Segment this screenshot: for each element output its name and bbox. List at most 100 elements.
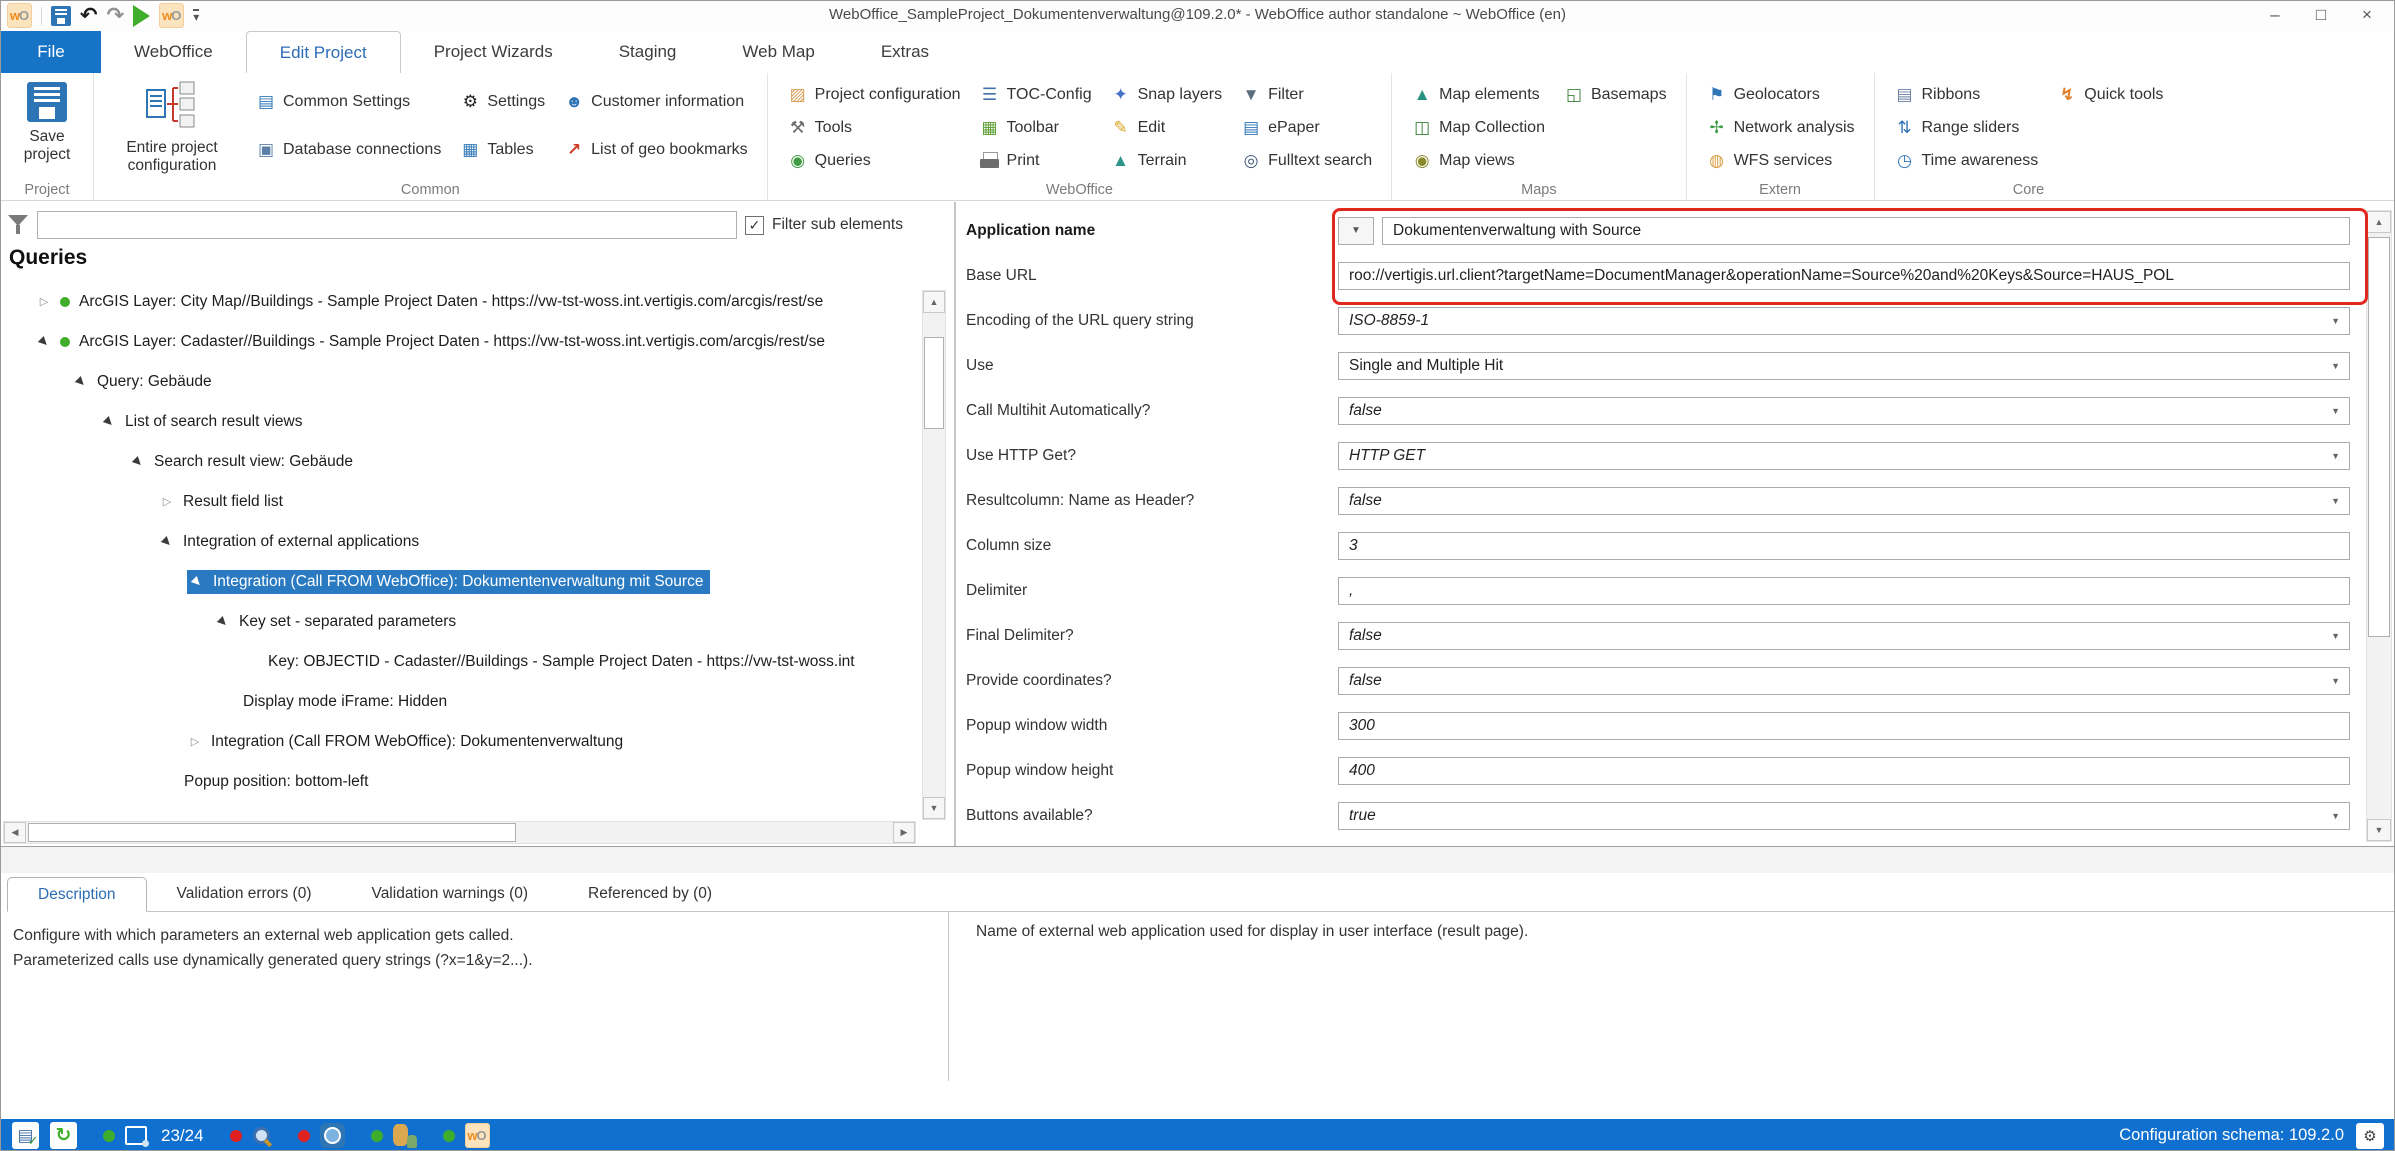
tab-web-map[interactable]: Web Map (709, 31, 847, 73)
save-project-button[interactable]: Save project (11, 78, 83, 166)
edit-button[interactable]: ✎Edit (1101, 118, 1232, 138)
scroll-up-icon[interactable]: ▲ (2367, 211, 2391, 233)
expander-expanded-icon[interactable] (73, 375, 89, 388)
tab-staging[interactable]: Staging (586, 31, 710, 73)
tree-vertical-scrollbar[interactable]: ▲ ▼ (922, 290, 946, 820)
scrollbar-thumb[interactable] (2368, 237, 2390, 637)
server-icon[interactable] (125, 1126, 147, 1145)
expander-expanded-icon[interactable] (189, 575, 205, 588)
encoding-select[interactable]: ISO-8859-1 (1338, 307, 2350, 335)
column-size-input[interactable]: 3 (1338, 532, 2350, 560)
expander-expanded-icon[interactable] (159, 535, 175, 548)
database-connections-button[interactable]: ▣Database connections (246, 140, 450, 160)
common-settings-button[interactable]: ▤Common Settings (246, 92, 450, 112)
wfs-services-button[interactable]: ◍WFS services (1697, 144, 1864, 177)
tables-button[interactable]: ▦Tables (450, 140, 554, 160)
weboffice-status-icon[interactable] (465, 1123, 490, 1148)
close-button[interactable]: × (2344, 1, 2390, 29)
toolbar-button[interactable]: ▦Toolbar (970, 118, 1101, 138)
epaper-button[interactable]: ▤ePaper (1231, 118, 1381, 138)
tree-item[interactable]: Display mode iFrame: Hidden (1, 688, 916, 715)
tree-filter-input[interactable] (37, 211, 737, 239)
horizontal-splitter[interactable] (1, 846, 2394, 873)
tree-item[interactable]: List of search result views (1, 408, 916, 435)
call-multihit-select[interactable]: false (1338, 397, 2350, 425)
tree-item[interactable]: Integration of external applications (1, 528, 916, 555)
expander-collapsed-icon[interactable] (187, 735, 203, 748)
use-select[interactable]: Single and Multiple Hit (1338, 352, 2350, 380)
tab-validation-errors[interactable]: Validation errors (0) (147, 877, 342, 911)
geo-bookmarks-button[interactable]: ↗List of geo bookmarks (554, 140, 757, 160)
fulltext-search-button[interactable]: ◎Fulltext search (1231, 151, 1381, 171)
scroll-up-icon[interactable]: ▲ (923, 291, 945, 313)
expander-collapsed-icon[interactable] (159, 495, 175, 508)
filter-button[interactable]: ▼Filter (1231, 85, 1381, 105)
queries-button[interactable]: ◉Queries (778, 151, 970, 171)
delimiter-input[interactable]: , (1338, 577, 2350, 605)
map-views-button[interactable]: ◉Map views (1402, 144, 1554, 177)
tree-item[interactable]: Integration (Call FROM WebOffice): Dokum… (1, 728, 916, 755)
filter-sub-elements-checkbox[interactable]: ✓ (745, 216, 764, 235)
expander-expanded-icon[interactable] (130, 455, 146, 468)
settings-button[interactable]: ⚙Settings (450, 92, 554, 112)
basemaps-button[interactable]: ◱Basemaps (1554, 78, 1676, 111)
time-awareness-button[interactable]: ◷Time awareness (1885, 144, 2048, 177)
tab-extras[interactable]: Extras (848, 31, 962, 73)
print-button[interactable]: Print (970, 152, 1101, 170)
tools-button[interactable]: ⚒Tools (778, 118, 970, 138)
tree-item-selected[interactable]: Integration (Call FROM WebOffice): Dokum… (1, 568, 916, 595)
tab-validation-warnings[interactable]: Validation warnings (0) (342, 877, 559, 911)
expander-expanded-icon[interactable] (215, 615, 231, 628)
expander-expanded-icon[interactable] (101, 415, 117, 428)
project-configuration-button[interactable]: ▨Project configuration (778, 85, 970, 105)
terrain-button[interactable]: ▲Terrain (1101, 151, 1232, 171)
minimize-button[interactable]: – (2252, 1, 2298, 29)
tab-file[interactable]: File (1, 31, 101, 73)
tab-edit-project[interactable]: Edit Project (246, 31, 401, 73)
geolocators-button[interactable]: ⚑Geolocators (1697, 78, 1864, 111)
tree-item[interactable]: ArcGIS Layer: Cadaster//Buildings - Samp… (1, 328, 916, 355)
document-check-button[interactable]: ▤ (12, 1122, 39, 1149)
quick-tools-button[interactable]: ↯Quick tools (2047, 78, 2172, 111)
scroll-down-icon[interactable]: ▼ (2367, 819, 2391, 841)
scroll-right-icon[interactable]: ▶ (893, 822, 915, 843)
tree-item[interactable]: Result field list (1, 488, 916, 515)
final-delimiter-select[interactable]: false (1338, 622, 2350, 650)
popup-height-input[interactable]: 400 (1338, 757, 2350, 785)
scrollbar-thumb[interactable] (28, 823, 516, 842)
scroll-down-icon[interactable]: ▼ (923, 797, 945, 819)
schema-settings-button[interactable]: ⚙ (2356, 1123, 2384, 1149)
resultcolumn-header-select[interactable]: false (1338, 487, 2350, 515)
tree-item[interactable]: Key set - separated parameters (1, 608, 916, 635)
maximize-button[interactable]: □ (2298, 1, 2344, 29)
buttons-available-select[interactable]: true (1338, 802, 2350, 830)
expander-expanded-icon[interactable] (36, 335, 52, 348)
tree-item[interactable]: Query: Gebäude (1, 368, 916, 395)
scroll-left-icon[interactable]: ◀ (4, 822, 26, 843)
globe-shield-icon[interactable] (320, 1123, 345, 1148)
entire-project-configuration-button[interactable]: Entire project configuration (104, 78, 240, 177)
database-user-icon[interactable] (393, 1123, 417, 1148)
refresh-button[interactable]: ↻ (50, 1122, 77, 1149)
toc-config-button[interactable]: ☰TOC-Config (970, 85, 1101, 105)
range-sliders-button[interactable]: ⇅Range sliders (1885, 111, 2048, 144)
popup-width-input[interactable]: 300 (1338, 712, 2350, 740)
tree-item[interactable]: Key: OBJECTID - Cadaster//Buildings - Sa… (1, 648, 916, 675)
tab-referenced-by[interactable]: Referenced by (0) (558, 877, 742, 911)
customer-information-button[interactable]: ☻Customer information (554, 92, 757, 112)
provide-coordinates-select[interactable]: false (1338, 667, 2350, 695)
tab-weboffice[interactable]: WebOffice (101, 31, 246, 73)
map-elements-button[interactable]: ▲Map elements (1402, 78, 1554, 111)
use-http-get-select[interactable]: HTTP GET (1338, 442, 2350, 470)
scrollbar-thumb[interactable] (924, 337, 944, 429)
tab-project-wizards[interactable]: Project Wizards (401, 31, 586, 73)
tab-description[interactable]: Description (7, 877, 147, 912)
network-analysis-button[interactable]: ✢Network analysis (1697, 111, 1864, 144)
tree-item[interactable]: Popup position: bottom-left (1, 768, 916, 795)
search-icon[interactable] (252, 1126, 272, 1146)
tree-item[interactable]: Search result view: Gebäude (1, 448, 916, 475)
expander-collapsed-icon[interactable] (36, 295, 52, 308)
ribbons-button[interactable]: ▤Ribbons (1885, 78, 2048, 111)
snap-layers-button[interactable]: ✦Snap layers (1101, 85, 1232, 105)
tree-item[interactable]: ArcGIS Layer: City Map//Buildings - Samp… (1, 288, 916, 315)
